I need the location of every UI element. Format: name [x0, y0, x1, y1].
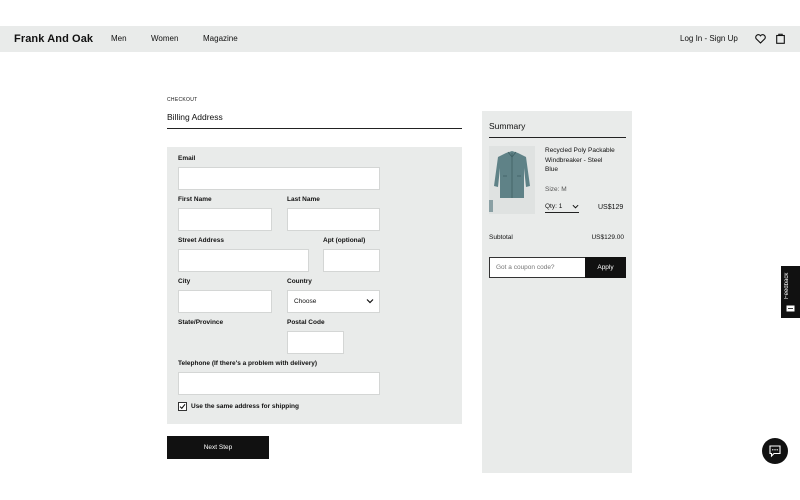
- coupon-input[interactable]: Got a coupon code?: [489, 257, 586, 278]
- quantity-select[interactable]: Qty: 1: [545, 203, 579, 213]
- checkout-breadcrumb: CHECKOUT: [167, 97, 198, 103]
- phone-label: Telephone (If there's a problem with del…: [178, 360, 318, 367]
- city-label: City: [178, 278, 191, 285]
- main-nav: Frank And Oak Men Women Magazine Log In …: [0, 26, 800, 52]
- jacket-image: [494, 151, 530, 198]
- subtotal-value: US$129.00: [591, 234, 624, 241]
- state-label: State/Province: [178, 319, 224, 326]
- summary-title: Summary: [489, 121, 526, 131]
- feedback-label: Feedback: [784, 272, 790, 300]
- city-field[interactable]: [178, 290, 272, 313]
- summary-divider: [489, 137, 626, 138]
- chevron-down-icon: [572, 204, 579, 209]
- email-label: Email: [178, 155, 196, 162]
- feedback-icon: [786, 305, 795, 312]
- postal-label: Postal Code: [287, 319, 325, 326]
- cart-bag-icon[interactable]: [776, 33, 785, 44]
- apt-label: Apt (optional): [323, 237, 366, 244]
- same-address-checkbox[interactable]: [178, 402, 187, 411]
- street-field[interactable]: [178, 249, 309, 272]
- street-label: Street Address: [178, 237, 224, 244]
- chevron-down-icon: [366, 299, 374, 304]
- title-divider: [167, 128, 462, 129]
- checkmark-icon: [179, 403, 186, 410]
- first-name-field[interactable]: [178, 208, 272, 231]
- email-field[interactable]: [178, 167, 380, 190]
- section-title: Billing Address: [167, 112, 223, 122]
- product-image[interactable]: [489, 146, 535, 214]
- order-summary: Summary Recycled Poly Packable Windbreak…: [482, 111, 632, 473]
- nav-link-women[interactable]: Women: [151, 34, 178, 43]
- next-step-button[interactable]: Next Step: [167, 436, 269, 459]
- product-thumbnail-indicator[interactable]: [489, 200, 493, 212]
- last-name-field[interactable]: [287, 208, 380, 231]
- nav-link-magazine[interactable]: Magazine: [203, 34, 238, 43]
- product-size: Size: M: [545, 186, 567, 193]
- heart-icon[interactable]: [755, 34, 766, 44]
- brand-logo[interactable]: Frank And Oak: [14, 33, 93, 45]
- chat-bubble-icon: [769, 445, 781, 458]
- top-spacer: [0, 0, 800, 26]
- product-price: US$129: [598, 204, 624, 211]
- billing-form: Email First Name Last Name Street Addres…: [167, 147, 462, 424]
- quantity-value: Qty: 1: [545, 203, 563, 210]
- subtotal-label: Subtotal: [489, 234, 513, 241]
- chat-button[interactable]: [762, 438, 788, 464]
- country-select-value: Choose: [294, 298, 317, 305]
- last-name-label: Last Name: [287, 196, 320, 203]
- country-select[interactable]: Choose: [287, 290, 380, 313]
- first-name-label: First Name: [178, 196, 212, 203]
- feedback-tab[interactable]: Feedback: [781, 266, 800, 318]
- phone-field[interactable]: [178, 372, 380, 395]
- apply-coupon-button[interactable]: Apply: [585, 257, 626, 278]
- product-name[interactable]: Recycled Poly Packable Windbreaker - Ste…: [545, 146, 615, 175]
- apt-field[interactable]: [323, 249, 380, 272]
- postal-field[interactable]: [287, 331, 344, 354]
- country-label: Country: [287, 278, 312, 285]
- login-signup-link[interactable]: Log In - Sign Up: [680, 34, 738, 43]
- nav-link-men[interactable]: Men: [111, 34, 127, 43]
- same-address-label[interactable]: Use the same address for shipping: [191, 403, 299, 410]
